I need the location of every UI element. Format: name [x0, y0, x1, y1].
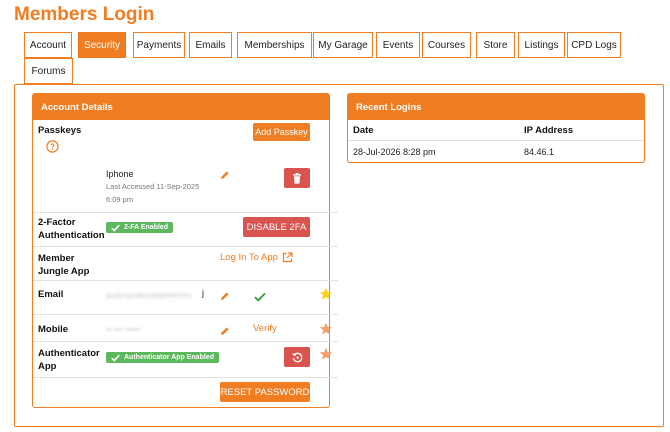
email-value-blurred: pxdx•pxdevelopment•c: [106, 290, 192, 300]
help-icon[interactable]: ?: [46, 140, 59, 153]
email-primary-star-icon[interactable]: [319, 287, 333, 301]
tab-emails[interactable]: Emails: [189, 32, 232, 58]
passkeys-label: Passkeys: [38, 125, 82, 136]
reset-icon: [291, 352, 302, 362]
divider: [33, 377, 338, 378]
tab-cpd-logs[interactable]: CPD Logs: [567, 32, 621, 58]
email-label: Email: [38, 289, 64, 300]
disable-2fa-button[interactable]: DISABLE 2FA: [243, 217, 310, 237]
member-app-label: Member Jungle App: [38, 253, 90, 277]
edit-passkey-pencil-icon[interactable]: [220, 167, 230, 179]
passkey-last-accessed: Last Accessed 11-Sep-2025: [106, 182, 200, 191]
column-header-ip-address: IP Address: [524, 125, 574, 136]
mobile-primary-star-icon[interactable]: [319, 322, 333, 336]
tab-listings[interactable]: Listings: [518, 32, 565, 58]
page-title: Members Login: [14, 4, 155, 25]
divider: [33, 212, 338, 213]
reset-password-button[interactable]: RESET PASSWORD: [220, 382, 310, 402]
tab-events[interactable]: Events: [376, 32, 420, 58]
authenticator-label: Authenticator App: [38, 348, 100, 372]
tab-security[interactable]: Security: [78, 32, 126, 58]
passkey-last-accessed-time: 6:09 pm: [106, 195, 134, 204]
tab-memberships[interactable]: Memberships: [237, 32, 312, 58]
mobile-label: Mobile: [38, 324, 69, 335]
passkey-device-name: Iphone: [106, 169, 134, 179]
edit-mobile-pencil-icon[interactable]: [220, 323, 230, 335]
authenticator-enabled-badge: Authenticator App Enabled: [106, 352, 219, 363]
email-verified-check-icon: [254, 289, 266, 302]
email-value-end: j: [202, 288, 204, 298]
edit-email-pencil-icon[interactable]: [220, 288, 230, 300]
account-details-header: Account Details: [33, 94, 329, 120]
tab-my-garage[interactable]: My Garage: [313, 32, 373, 58]
add-passkey-button[interactable]: Add Passkey: [253, 123, 310, 141]
authenticator-primary-star-icon[interactable]: [319, 347, 333, 361]
svg-text:?: ?: [50, 142, 55, 151]
divider: [33, 341, 338, 342]
divider: [33, 246, 338, 247]
delete-passkey-button[interactable]: [284, 168, 310, 188]
login-ip-cell: 84.46.1: [524, 147, 555, 157]
column-header-date: Date: [353, 125, 374, 136]
tab-account[interactable]: Account: [24, 32, 72, 58]
login-date-cell: 28-Jul-2026 8:28 pm: [353, 147, 436, 157]
recent-logins-header: Recent Logins: [348, 94, 644, 120]
external-link-icon: [282, 252, 293, 263]
divider: [348, 140, 644, 141]
trash-icon: [293, 172, 301, 184]
two-factor-enabled-badge: 2-FA Enabled: [106, 222, 174, 233]
tab-payments[interactable]: Payments: [133, 32, 185, 58]
verify-mobile-link[interactable]: Verify: [253, 323, 277, 334]
divider: [33, 314, 338, 315]
reset-authenticator-button[interactable]: [284, 347, 310, 367]
check-icon: [111, 354, 120, 362]
tab-forums[interactable]: Forums: [24, 58, 73, 84]
log-in-to-app-link[interactable]: Log In To App: [220, 252, 293, 263]
tab-courses[interactable]: Courses: [422, 32, 471, 58]
two-factor-label: 2-Factor Authentication: [38, 217, 105, 241]
divider: [33, 280, 338, 281]
tab-store[interactable]: Store: [476, 32, 515, 58]
check-icon: [111, 224, 120, 232]
mobile-value-blurred: •• ••• •••••: [106, 324, 141, 334]
